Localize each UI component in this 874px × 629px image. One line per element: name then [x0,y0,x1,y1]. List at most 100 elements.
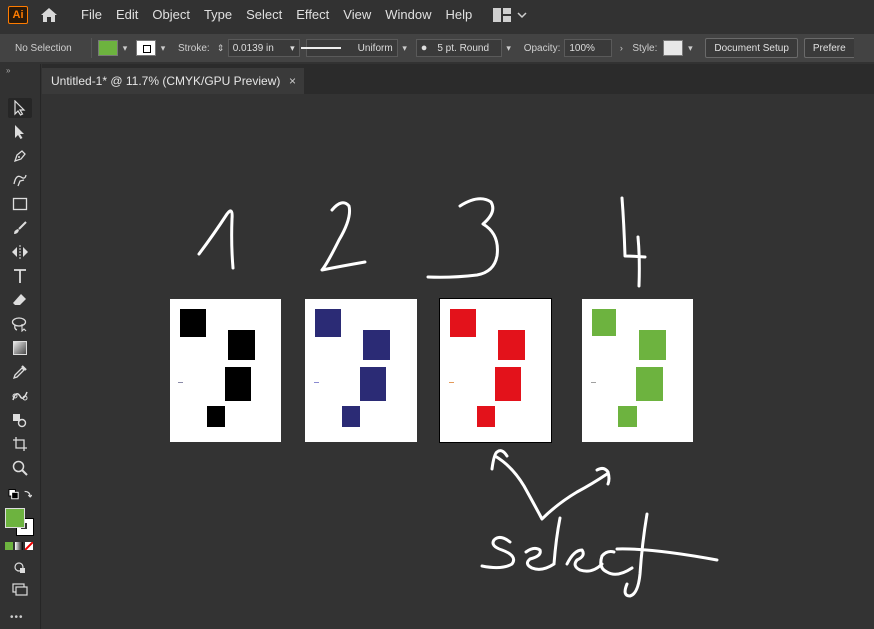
chevron-down-icon[interactable]: ▾ [398,40,412,56]
gradient-tool[interactable] [8,338,32,358]
chevron-down-icon[interactable]: ▾ [502,40,516,56]
artboard-2-shape[interactable] [360,367,386,401]
symbol-sprayer-tool[interactable] [8,410,32,430]
handwritten-number-2 [320,201,367,272]
artboard-1-shape[interactable] [207,406,225,427]
artboard-2-shape[interactable] [342,406,360,427]
handwritten-select-word [480,512,719,598]
eyedropper-tool[interactable] [8,362,32,382]
curvature-tool[interactable] [8,170,32,190]
artboard-4-shape[interactable] [639,330,666,360]
menu-window[interactable]: Window [378,0,438,29]
curvature-icon [13,174,27,187]
pen-icon [13,150,26,163]
control-bar: No Selection ▾ ▾ Stroke: ⇕ 0.0139 in ▾ Un… [0,34,874,62]
artboard-3-shape[interactable] [477,406,495,427]
draw-mode-tool[interactable] [8,558,32,578]
document-setup-button[interactable]: Document Setup [705,38,798,58]
artboard-3-shape[interactable] [498,330,525,360]
zoom-tool[interactable] [8,458,32,478]
document-tab[interactable]: Untitled-1* @ 11.7% (CMYK/GPU Preview) × [42,68,304,94]
brush-label: 5 pt. Round [437,42,490,54]
document-tab-title: Untitled-1* @ 11.7% (CMYK/GPU Preview) [51,74,281,88]
artboard-3[interactable] [440,299,551,442]
artboard-1-shape[interactable] [228,330,255,360]
lasso-tool[interactable] [8,314,32,334]
artboard-2-shape[interactable] [363,330,390,360]
zoom-icon [12,460,28,476]
opacity-field[interactable]: 100% [564,39,613,57]
default-colors-and-swap[interactable] [8,486,32,506]
menu-select[interactable]: Select [239,0,289,29]
chevron-down-icon[interactable]: ▾ [118,40,132,56]
direct-selection-tool[interactable] [8,122,32,142]
opacity-value: 100% [569,42,595,54]
handwritten-arrow [490,449,611,521]
artboard-2[interactable] [305,299,417,442]
artboard-1[interactable] [170,299,281,442]
handwritten-number-3 [426,197,499,279]
menu-type[interactable]: Type [197,0,239,29]
eraser-tool[interactable] [8,290,32,310]
style-swatch[interactable] [663,40,684,56]
workspace-switcher[interactable] [493,7,527,22]
rectangle-tool[interactable] [8,194,32,214]
gradient-icon [13,341,27,355]
style-label: Style: [632,42,658,54]
selection-tool[interactable] [8,98,32,118]
pen-tool[interactable] [8,146,32,166]
rectangle-icon [12,197,28,211]
artboard-tool[interactable] [8,434,32,454]
artboard-1-shape[interactable] [225,367,251,401]
artboard-2-shape[interactable] [315,309,341,337]
type-icon [14,269,26,283]
menu-object[interactable]: Object [145,0,197,29]
chevron-down-icon[interactable]: ▾ [156,40,170,56]
handwritten-number-4 [620,196,647,288]
blend-tool[interactable] [8,386,32,406]
chevron-down-icon[interactable]: ▾ [683,40,697,56]
edit-toolbar-icon[interactable]: ••• [10,612,24,623]
swap-colors-icon [8,489,32,500]
eyedropper-icon [12,365,27,380]
menu-edit[interactable]: Edit [109,0,145,29]
profile-label: Uniform [357,42,393,54]
menu-view[interactable]: View [336,0,378,29]
home-icon[interactable] [38,5,60,25]
canvas[interactable] [42,94,874,629]
collapse-icon[interactable]: » [6,66,10,75]
screen-mode-tool[interactable] [8,580,32,600]
fill-color-box[interactable] [5,508,25,528]
selection-icon [14,100,26,116]
artboard-4[interactable] [582,299,693,442]
artboard-1-shape[interactable] [180,309,206,337]
none-mode-icon[interactable] [25,542,33,550]
color-mode-icon[interactable] [5,542,13,550]
close-icon[interactable]: × [289,74,296,88]
chevron-right-icon[interactable]: › [614,40,628,56]
menu-help[interactable]: Help [438,0,479,29]
fill-stroke-selector[interactable] [5,508,35,536]
artboard-3-mark [449,382,454,383]
menu-effect[interactable]: Effect [289,0,336,29]
stroke-weight-field[interactable]: 0.0139 in ▾ [227,39,300,57]
type-tool[interactable] [8,266,32,286]
artboard-4-shape[interactable] [618,406,637,427]
fill-swatch[interactable] [98,40,118,56]
stroke-swatch[interactable] [136,40,156,56]
app-logo: Ai [8,5,28,24]
stepper-icon[interactable]: ⇕ [214,40,228,56]
gradient-mode-icon[interactable] [15,542,23,550]
chevron-down-icon [517,11,527,18]
artboard-4-shape[interactable] [636,367,663,401]
preferences-button[interactable]: Prefere [803,38,854,58]
paintbrush-tool[interactable] [8,218,32,238]
menu-file[interactable]: File [74,0,109,29]
width-tool[interactable] [8,242,32,262]
artboard-3-shape[interactable] [450,309,476,337]
brush-definition[interactable]: ● 5 pt. Round [415,39,502,57]
artboard-4-shape[interactable] [592,309,616,336]
selection-status: No Selection [15,42,72,54]
artboard-3-shape[interactable] [495,367,521,401]
variable-width-profile[interactable]: Uniform [300,39,398,57]
